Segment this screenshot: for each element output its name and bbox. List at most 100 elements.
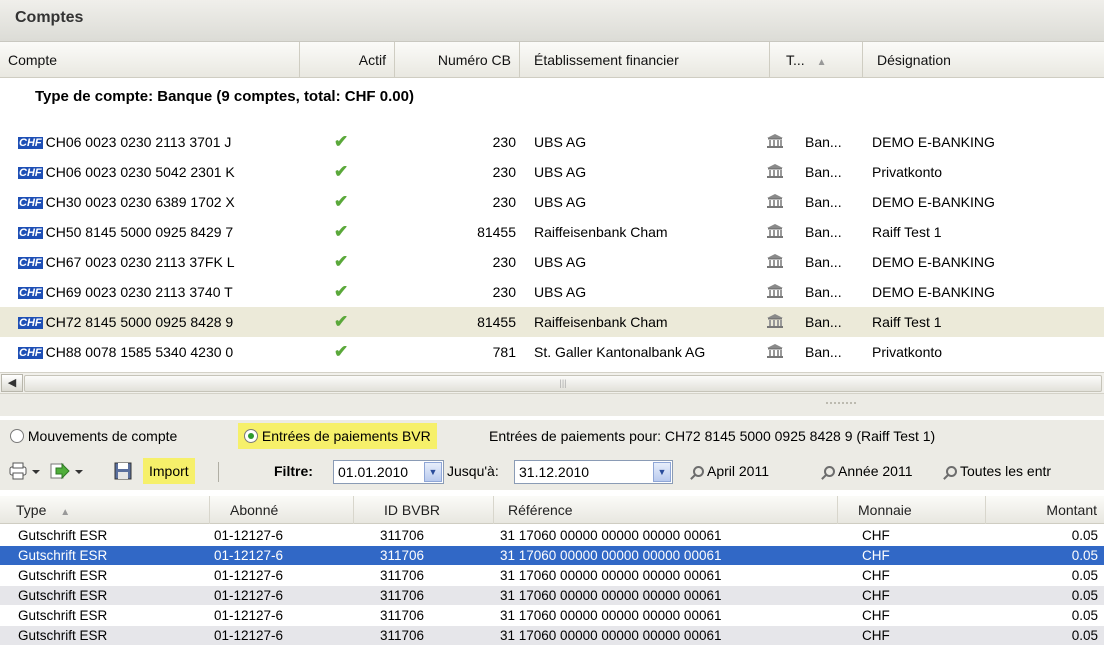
- col-header-type-label: Type: [16, 502, 47, 518]
- export-button[interactable]: [50, 462, 84, 484]
- bank-building-icon: [766, 217, 788, 247]
- payment-row[interactable]: Gutschrift ESR 01-12127-6 311706 31 17060 0…: [0, 566, 1104, 585]
- payment-type: Gutschrift ESR: [18, 628, 108, 643]
- payment-reference: 31 17060 00000 00000 00000 00061: [500, 528, 722, 543]
- pane-splitter[interactable]: [0, 394, 1104, 416]
- payment-id: 311706: [380, 528, 425, 543]
- col-header-etablissement[interactable]: Établissement financier: [520, 42, 770, 78]
- filter-from-date[interactable]: 01.01.2010 ▼: [333, 460, 444, 484]
- active-check-icon: ✔: [334, 342, 349, 361]
- col-header-type[interactable]: T... ▲: [770, 42, 863, 78]
- payment-reference: 31 17060 00000 00000 00000 00061: [500, 608, 722, 623]
- scroll-left-icon[interactable]: ◀: [1, 374, 23, 392]
- account-bank: Raiffeisenbank Cham: [534, 314, 668, 330]
- account-bank: UBS AG: [534, 284, 587, 300]
- account-designation: DEMO E-BANKING: [872, 134, 995, 150]
- export-arrow-icon: [50, 462, 83, 480]
- bank-building-icon: [766, 127, 788, 157]
- save-icon: [114, 462, 132, 480]
- bank-building-icon: [766, 157, 788, 187]
- toolbar-separator: [218, 462, 219, 482]
- account-iban: CH06 0023 0230 5042 2301 K: [45, 164, 235, 180]
- account-iban-cell: CHF CH06 0023 0230 5042 2301 K: [18, 157, 303, 187]
- filter-until-date[interactable]: 31.12.2010 ▼: [514, 460, 673, 484]
- filter-label: Filtre:: [274, 463, 313, 479]
- sort-ascending-icon: ▲: [816, 57, 827, 68]
- payment-type: Gutschrift ESR: [18, 548, 108, 563]
- account-type: Ban...: [805, 134, 842, 150]
- account-row[interactable]: CHF CH72 8145 5000 0925 8428 9 ✔ 81455 Raiff…: [0, 307, 1104, 337]
- radio-bvr-label: Entrées de paiements BVR: [261, 428, 431, 444]
- account-cb: 781: [492, 344, 516, 360]
- account-row[interactable]: CHF CH06 0023 0230 2113 3701 J ✔ 230 UBS AG B…: [0, 127, 1104, 157]
- account-iban: CH06 0023 0230 2113 3701 J: [45, 134, 232, 150]
- account-row[interactable]: CHF CH67 0023 0230 2113 37FK L ✔ 230 UBS AG B…: [0, 247, 1104, 277]
- account-iban: CH50 8145 5000 0925 8429 7: [45, 224, 234, 240]
- col-header-montant[interactable]: Montant: [986, 496, 1104, 524]
- account-iban-cell: CHF CH69 0023 0230 2113 3740 T: [18, 277, 303, 307]
- payment-reference: 31 17060 00000 00000 00000 00061: [500, 548, 722, 563]
- col-header-numero-cb[interactable]: Numéro CB: [395, 42, 520, 78]
- account-designation: DEMO E-BANKING: [872, 254, 995, 270]
- account-designation: Raiff Test 1: [872, 224, 942, 240]
- account-bank: UBS AG: [534, 164, 587, 180]
- account-cb: 230: [492, 164, 516, 180]
- bank-building-icon: [766, 277, 788, 307]
- search-icon: [824, 466, 835, 477]
- account-iban-cell: CHF CH50 8145 5000 0925 8429 7: [18, 217, 303, 247]
- col-header-monnaie[interactable]: Monnaie: [838, 496, 986, 524]
- bank-building-icon: [766, 307, 788, 337]
- print-button[interactable]: [8, 462, 42, 484]
- chevron-down-icon[interactable]: ▼: [653, 462, 671, 482]
- account-row[interactable]: CHF CH06 0023 0230 5042 2301 K ✔ 230 UBS AG B…: [0, 157, 1104, 187]
- payment-subscriber: 01-12127-6: [214, 628, 284, 643]
- account-row[interactable]: CHF CH30 0023 0230 6389 1702 X ✔ 230 UBS AG B…: [0, 187, 1104, 217]
- account-type: Ban...: [805, 164, 842, 180]
- account-bank: St. Galler Kantonalbank AG: [534, 344, 706, 360]
- account-type: Ban...: [805, 344, 842, 360]
- save-button[interactable]: [114, 462, 132, 484]
- filter-until-value: 31.12.2010: [519, 464, 590, 480]
- account-iban: CH72 8145 5000 0925 8428 9: [45, 314, 234, 330]
- import-button[interactable]: Import: [143, 458, 195, 484]
- payment-row[interactable]: Gutschrift ESR 01-12127-6 311706 31 17060 0…: [0, 586, 1104, 605]
- payment-row[interactable]: Gutschrift ESR 01-12127-6 311706 31 17060 0…: [0, 546, 1104, 565]
- payment-subscriber: 01-12127-6: [214, 568, 284, 583]
- account-row[interactable]: CHF CH69 0023 0230 2113 3740 T ✔ 230 UBS AG B…: [0, 277, 1104, 307]
- payment-row[interactable]: Gutschrift ESR 01-12127-6 311706 31 17060 0…: [0, 526, 1104, 545]
- col-header-type-payment[interactable]: Type ▲: [0, 496, 210, 524]
- account-row[interactable]: CHF CH88 0078 1585 5340 4230 0 ✔ 781 St. Gal…: [0, 337, 1104, 367]
- payments-table-header: Type ▲ Abonné ID BVBR Référence Monnaie …: [0, 496, 1104, 524]
- group-header-banque[interactable]: Type de compte: Banque (9 comptes, total…: [0, 82, 1104, 112]
- payment-reference: 31 17060 00000 00000 00000 00061: [500, 588, 722, 603]
- payment-row[interactable]: Gutschrift ESR 01-12127-6 311706 31 17060 0…: [0, 606, 1104, 625]
- col-header-abonne[interactable]: Abonné: [210, 496, 354, 524]
- all-entries-button[interactable]: Toutes les entr: [946, 452, 1051, 490]
- col-header-designation[interactable]: Désignation: [863, 42, 1104, 78]
- col-header-id-bvbr[interactable]: ID BVBR: [354, 496, 494, 524]
- payment-row[interactable]: Gutschrift ESR 01-12127-6 311706 31 17060 0…: [0, 626, 1104, 645]
- payments-info-label: Entrées de paiements pour: CH72 8145 500…: [489, 428, 936, 444]
- account-row[interactable]: CHF CH50 8145 5000 0925 8429 7 ✔ 81455 Raiff…: [0, 217, 1104, 247]
- accounts-horizontal-scrollbar[interactable]: ◀ |||: [0, 372, 1104, 394]
- chevron-down-icon[interactable]: ▼: [424, 462, 442, 482]
- account-cb: 230: [492, 284, 516, 300]
- payment-subscriber: 01-12127-6: [214, 528, 284, 543]
- account-designation: Raiff Test 1: [872, 314, 942, 330]
- accounts-table-header: Compte Actif Numéro CB Établissement fin…: [0, 42, 1104, 78]
- until-label: Jusqu'à:: [447, 463, 499, 479]
- year-2011-button[interactable]: Année 2011: [824, 452, 912, 490]
- col-header-reference[interactable]: Référence: [494, 496, 838, 524]
- account-iban-cell: CHF CH67 0023 0230 2113 37FK L: [18, 247, 303, 277]
- radio-bvr[interactable]: Entrées de paiements BVR: [238, 423, 437, 449]
- col-header-compte[interactable]: Compte: [0, 42, 300, 78]
- account-iban-cell: CHF CH30 0023 0230 6389 1702 X: [18, 187, 303, 217]
- payment-id: 311706: [380, 628, 425, 643]
- payment-currency: CHF: [862, 568, 890, 583]
- col-header-actif[interactable]: Actif: [300, 42, 395, 78]
- april-2011-button[interactable]: April 2011: [693, 452, 769, 490]
- all-label: Toutes les entr: [960, 463, 1052, 479]
- radio-movements[interactable]: Mouvements de compte: [10, 420, 177, 452]
- scrollbar-thumb[interactable]: |||: [24, 375, 1102, 392]
- active-check-icon: ✔: [334, 132, 349, 151]
